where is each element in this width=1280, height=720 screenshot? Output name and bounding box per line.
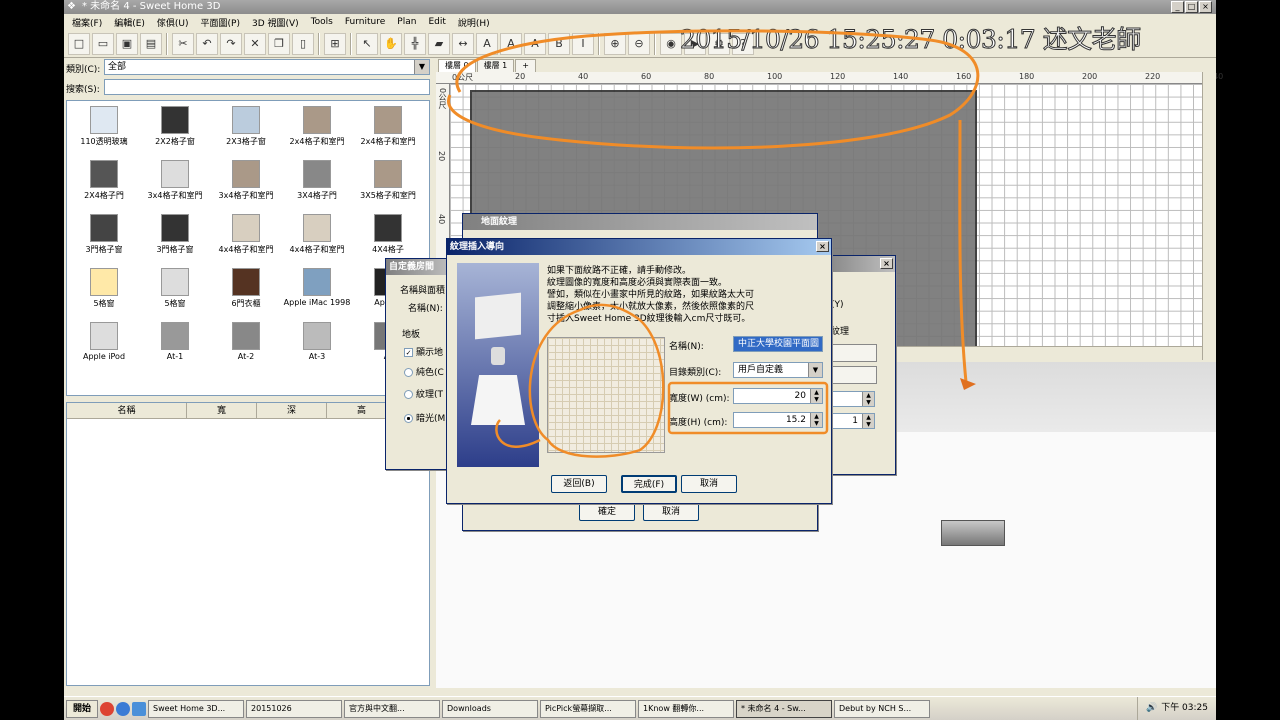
annotation-arrow-stroke bbox=[958, 119, 968, 383]
taskbar-item[interactable]: Downloads bbox=[442, 699, 539, 718]
ie-icon[interactable] bbox=[116, 701, 131, 716]
taskbar-item[interactable]: PicPick螢幕擷取... bbox=[540, 699, 637, 718]
volume-icon[interactable]: 🔊 bbox=[1146, 697, 1157, 720]
taskbar-item[interactable]: 20151026 bbox=[246, 699, 343, 718]
start-button[interactable]: 開始 bbox=[66, 699, 99, 718]
annotation-preview-circle bbox=[528, 303, 665, 458]
show-desktop-icon[interactable] bbox=[132, 701, 147, 716]
taskbar-item[interactable]: 官方與中文翻... bbox=[344, 699, 441, 718]
taskbar-item[interactable]: Debut by NCH S... bbox=[834, 699, 931, 718]
taskbar: 開始 Sweet Home 3D... 20151026 官方與中文翻... Down… bbox=[64, 696, 1216, 720]
annotation-swirl-stroke bbox=[495, 419, 541, 448]
taskbar-items: Sweet Home 3D... 20151026 官方與中文翻... Downloa… bbox=[148, 699, 931, 718]
taskbar-item[interactable]: * 未命名 4 - Sw... bbox=[736, 699, 833, 718]
annotation-size-box bbox=[667, 381, 829, 435]
annotation-arrowhead bbox=[960, 378, 976, 390]
system-tray: 🔊 下午 03:25 bbox=[1136, 697, 1216, 720]
chrome-icon[interactable] bbox=[100, 701, 115, 716]
annotation-highlight-stroke bbox=[447, 29, 980, 150]
taskbar-item[interactable]: 1Know 翻轉你... bbox=[638, 699, 735, 718]
taskbar-item[interactable]: Sweet Home 3D... bbox=[148, 699, 245, 718]
clock: 下午 03:25 bbox=[1161, 703, 1208, 713]
annotation-layer bbox=[447, 29, 980, 458]
